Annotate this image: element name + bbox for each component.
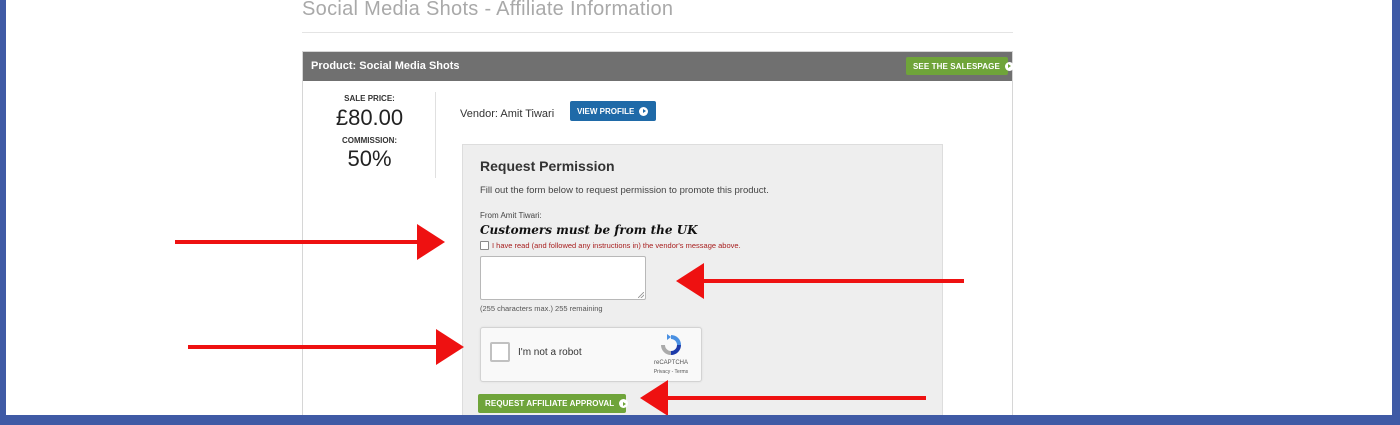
title-divider xyxy=(302,32,1013,33)
product-header: Product: Social Media Shots SEE THE SALE… xyxy=(303,52,1014,81)
stats-divider xyxy=(435,92,436,178)
request-description: Fill out the form below to request permi… xyxy=(480,185,769,196)
see-salespage-button[interactable]: SEE THE SALESPAGE xyxy=(906,57,1014,75)
recaptcha-logo-icon xyxy=(661,334,681,355)
acknowledge-label: I have read (and followed any instructio… xyxy=(492,241,741,250)
resize-grip-icon[interactable] xyxy=(638,292,644,298)
annotation-arrow-icon xyxy=(188,329,464,365)
recaptcha-label: I'm not a robot xyxy=(518,347,582,358)
request-affiliate-approval-button[interactable]: REQUEST AFFILIATE APPROVAL xyxy=(478,394,629,413)
product-name: Product: Social Media Shots xyxy=(311,60,460,72)
recaptcha-widget: I'm not a robot reCAPTCHA Privacy - Term… xyxy=(480,327,702,382)
product-panel: Product: Social Media Shots SEE THE SALE… xyxy=(302,51,1014,415)
commission-label: COMMISSION: xyxy=(341,136,398,145)
annotation-arrow-icon xyxy=(640,380,926,415)
see-salespage-label: SEE THE SALESPAGE xyxy=(913,61,1000,71)
sale-price-value: £80.00 xyxy=(335,105,404,130)
screenshot-frame: Social Media Shots - Affiliate Informati… xyxy=(6,0,1392,415)
annotation-arrow-icon xyxy=(175,224,445,260)
recaptcha-privacy-terms[interactable]: Privacy - Terms xyxy=(646,369,696,375)
recaptcha-checkbox[interactable] xyxy=(490,342,510,362)
play-circle-icon xyxy=(1004,61,1014,71)
annotation-arrow-icon xyxy=(676,263,964,299)
vendor-name: Vendor: Amit Tiwari xyxy=(460,108,555,120)
request-title: Request Permission xyxy=(480,158,615,174)
page-title: Social Media Shots - Affiliate Informati… xyxy=(302,0,674,20)
recaptcha-brand: reCAPTCHA xyxy=(653,360,688,366)
from-vendor-label: From Amit Tiwari: xyxy=(480,211,542,220)
view-profile-label: VIEW PROFILE xyxy=(577,106,635,116)
request-approval-label: REQUEST AFFILIATE APPROVAL xyxy=(485,399,615,408)
play-circle-icon xyxy=(639,106,649,116)
price-stats: SALE PRICE: £80.00 COMMISSION: 50% xyxy=(303,81,436,172)
view-profile-button[interactable]: VIEW PROFILE xyxy=(570,101,656,121)
message-textarea[interactable] xyxy=(480,256,646,300)
sale-price-label: SALE PRICE: xyxy=(344,94,395,103)
vendor-message: Customers must be from the UK xyxy=(480,223,698,237)
acknowledge-checkbox[interactable] xyxy=(480,241,489,250)
commission-value: 50% xyxy=(347,146,392,171)
play-circle-icon xyxy=(619,399,629,408)
character-count: (255 characters max.) 255 remaining xyxy=(480,304,603,313)
acknowledge-row: I have read (and followed any instructio… xyxy=(480,241,741,250)
